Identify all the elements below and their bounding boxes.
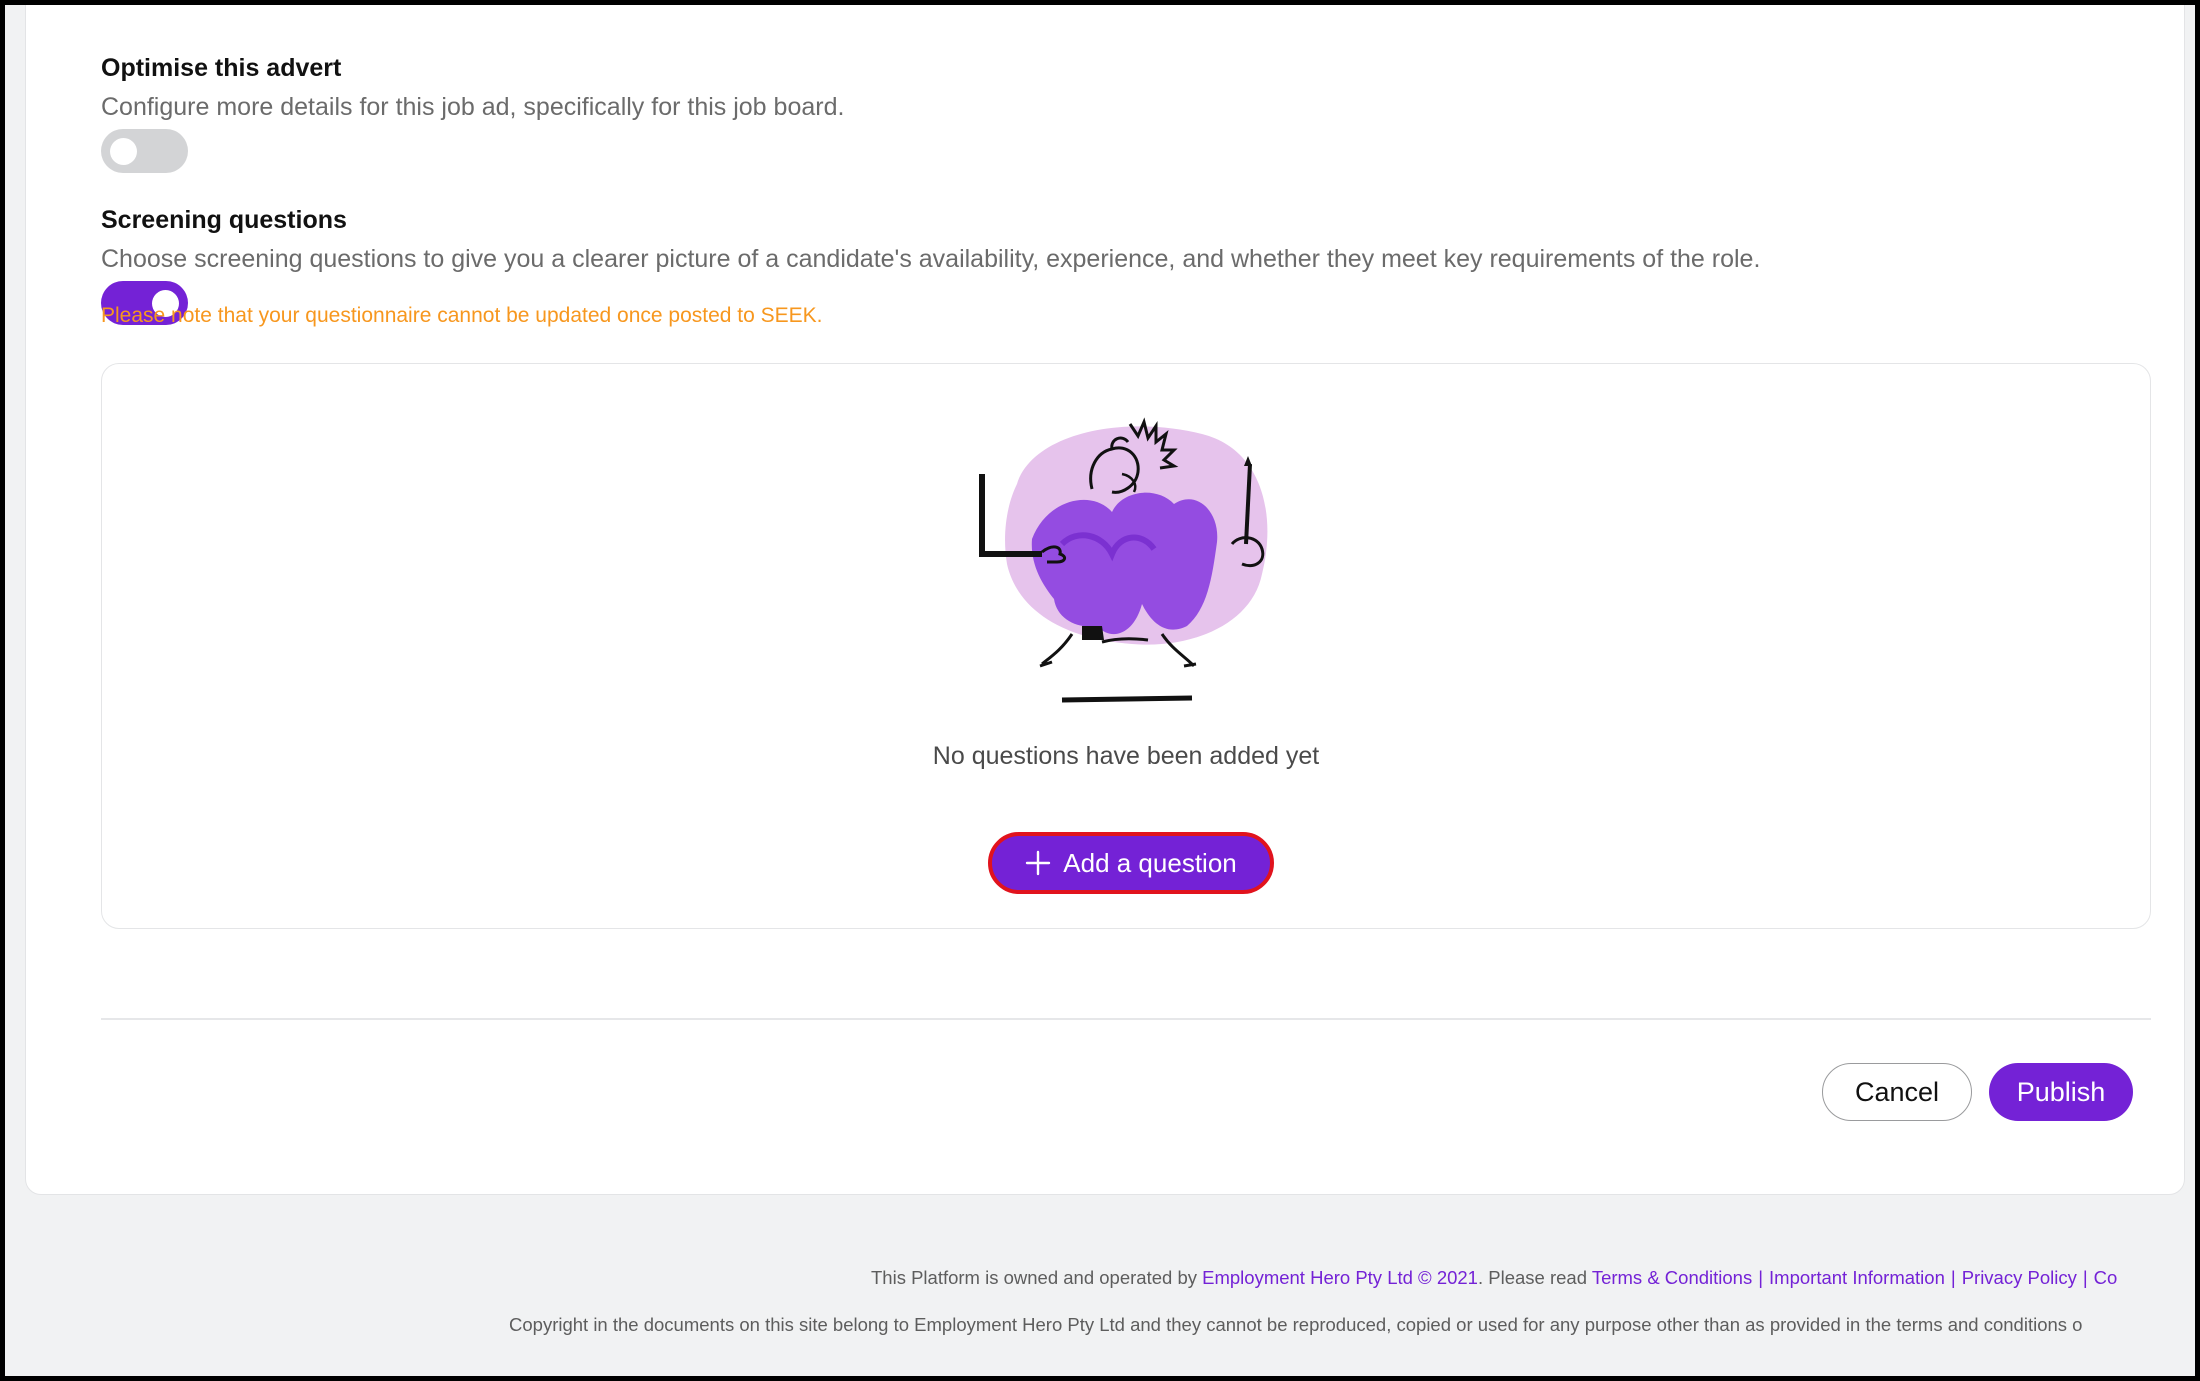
publish-button[interactable]: Publish xyxy=(1989,1063,2133,1121)
page-viewport: Optimise this advert Configure more deta… xyxy=(5,5,2195,1376)
add-question-button[interactable]: Add a question xyxy=(988,832,1274,894)
screening-title: Screening questions xyxy=(101,206,347,234)
important-info-link[interactable]: Important Information xyxy=(1769,1267,1945,1288)
empty-state-text: No questions have been added yet xyxy=(932,742,1320,770)
footer-separator: | xyxy=(1950,1267,1956,1288)
questionnaire-warning: Please note that your questionnaire cann… xyxy=(101,304,823,327)
footer-copyright: Copyright in the documents on this site … xyxy=(509,1314,2083,1335)
person-multitasking-illustration xyxy=(979,417,1268,703)
optimise-title: Optimise this advert xyxy=(101,54,342,82)
company-link[interactable]: Employment Hero Pty Ltd © 2021 xyxy=(1202,1267,1478,1288)
job-board-settings-card: Optimise this advert Configure more deta… xyxy=(25,5,2185,1195)
optimise-description: Configure more details for this job ad, … xyxy=(101,93,845,121)
footer-separator: | xyxy=(2082,1267,2088,1288)
screening-description: Choose screening questions to give you a… xyxy=(101,245,1761,273)
add-question-label: Add a question xyxy=(1063,847,1237,878)
terms-link[interactable]: Terms & Conditions xyxy=(1592,1267,1752,1288)
footer-prefix: This Platform is owned and operated by xyxy=(871,1267,1203,1288)
plus-icon xyxy=(1026,850,1051,876)
questions-panel: No questions have been added yet Add a q… xyxy=(101,363,2151,929)
clipped-footer-link[interactable]: Co xyxy=(2094,1267,2118,1288)
actions-divider xyxy=(101,1018,2151,1020)
optimise-toggle[interactable] xyxy=(101,129,188,173)
footer-mid: . Please read xyxy=(1477,1267,1592,1288)
footer-separator: | xyxy=(1758,1267,1764,1288)
privacy-policy-link[interactable]: Privacy Policy xyxy=(1962,1267,2077,1288)
toggle-knob xyxy=(110,138,137,165)
footer-ownership: This Platform is owned and operated by E… xyxy=(871,1267,2117,1289)
cancel-button[interactable]: Cancel xyxy=(1822,1063,1972,1121)
